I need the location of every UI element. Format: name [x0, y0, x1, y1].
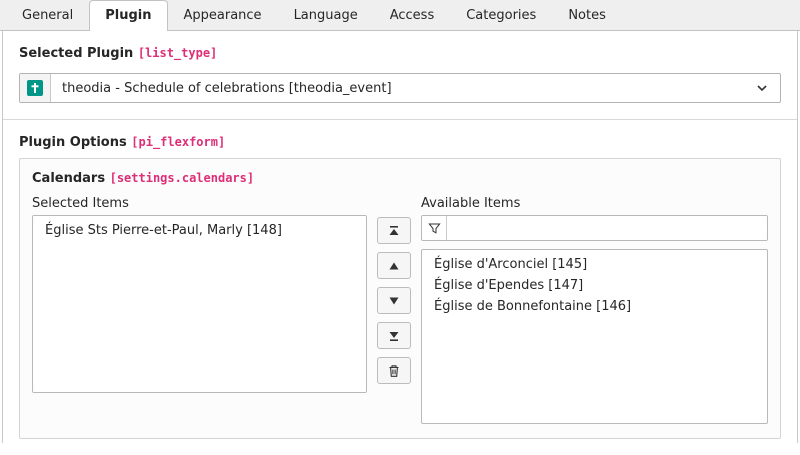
move-down-button[interactable]	[377, 287, 411, 314]
remove-item-button[interactable]	[377, 357, 411, 384]
tab-categories[interactable]: Categories	[450, 0, 552, 31]
selected-plugin-heading: Selected Plugin [list_type]	[19, 46, 781, 61]
plugin-select-value-row: theodia - Schedule of celebrations [theo…	[51, 74, 780, 102]
tab-content-panel: Selected Plugin [list_type] theodia - Sc…	[2, 31, 798, 443]
move-to-bottom-icon	[388, 330, 400, 342]
tab-access[interactable]: Access	[374, 0, 451, 31]
list-button-column	[377, 196, 411, 424]
move-up-button[interactable]	[377, 252, 411, 279]
selected-items-column: Selected Items Église Sts Pierre-et-Paul…	[32, 196, 367, 424]
selected-plugin-section: Selected Plugin [list_type] theodia - Sc…	[3, 31, 797, 119]
move-down-icon	[388, 295, 400, 307]
selected-items-list[interactable]: Église Sts Pierre-et-Paul, Marly [148]	[32, 215, 367, 393]
available-item[interactable]: Église d'Arconciel [145]	[422, 254, 767, 275]
tab-plugin[interactable]: Plugin	[89, 0, 167, 31]
plugin-select[interactable]: theodia - Schedule of celebrations [theo…	[19, 73, 781, 103]
calendars-title: Calendars	[32, 171, 105, 186]
move-to-bottom-button[interactable]	[377, 322, 411, 349]
calendars-heading: Calendars [settings.calendars]	[32, 171, 768, 186]
cross-icon	[27, 80, 43, 96]
selected-item[interactable]: Église Sts Pierre-et-Paul, Marly [148]	[33, 220, 366, 241]
plugin-options-title: Plugin Options	[19, 135, 127, 150]
selected-plugin-title: Selected Plugin	[19, 46, 133, 61]
selected-plugin-field-key: [list_type]	[138, 46, 217, 60]
available-item[interactable]: Église d'Ependes [147]	[422, 275, 767, 296]
available-items-label: Available Items	[421, 196, 768, 211]
filter-input[interactable]	[447, 216, 767, 240]
funnel-icon	[428, 222, 441, 235]
tab-language[interactable]: Language	[278, 0, 374, 31]
available-item[interactable]: Église de Bonnefontaine [146]	[422, 296, 767, 317]
tab-general[interactable]: General	[6, 0, 89, 31]
funnel-icon-box	[422, 216, 447, 240]
move-to-top-icon	[388, 225, 400, 237]
calendars-fieldset: Calendars [settings.calendars] Selected …	[19, 158, 781, 439]
chevron-down-icon	[755, 81, 769, 95]
available-items-column: Available Items Église d'Arconciel [145]…	[421, 196, 768, 424]
tab-notes[interactable]: Notes	[552, 0, 622, 31]
plugin-options-section: Plugin Options [pi_flexform] Calendars […	[3, 119, 797, 455]
plugin-select-value: theodia - Schedule of celebrations [theo…	[62, 81, 392, 96]
move-up-icon	[388, 260, 400, 272]
tab-appearance[interactable]: Appearance	[168, 0, 278, 31]
available-items-filter	[421, 215, 768, 241]
calendars-field-key: [settings.calendars]	[110, 171, 255, 185]
selected-items-label: Selected Items	[32, 196, 367, 211]
trash-icon	[387, 364, 401, 378]
plugin-options-heading: Plugin Options [pi_flexform]	[19, 135, 781, 150]
move-to-top-button[interactable]	[377, 217, 411, 244]
tab-bar: General Plugin Appearance Language Acces…	[0, 0, 800, 31]
theodia-plugin-icon-box	[20, 74, 51, 102]
calendars-dual-list: Selected Items Église Sts Pierre-et-Paul…	[32, 196, 768, 424]
available-items-list[interactable]: Église d'Arconciel [145] Église d'Epende…	[421, 249, 768, 424]
plugin-options-field-key: [pi_flexform]	[131, 135, 225, 149]
